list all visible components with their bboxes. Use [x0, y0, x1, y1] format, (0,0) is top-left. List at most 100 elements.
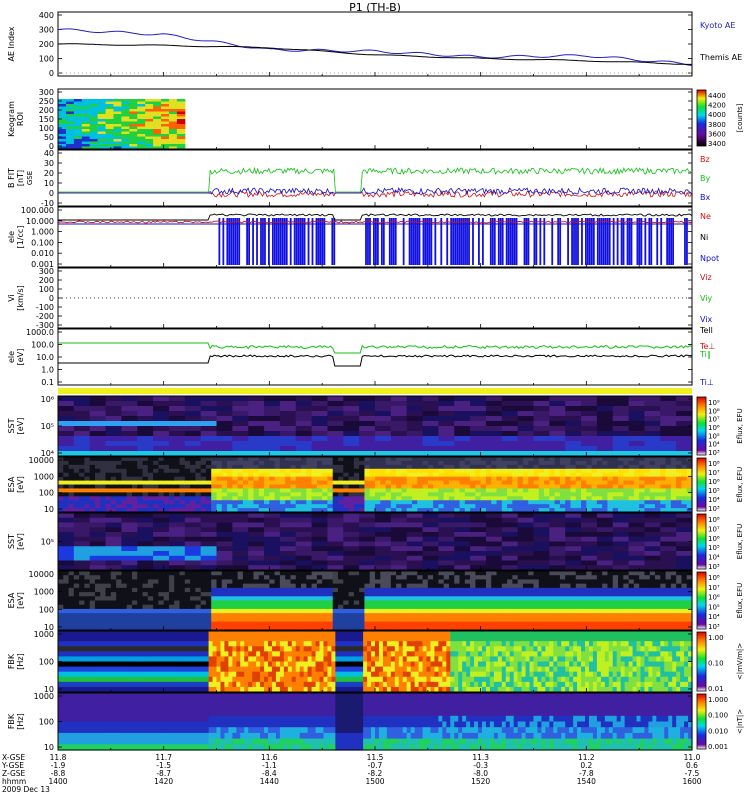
- spectrogram-cell: [295, 476, 302, 482]
- spectrogram-cell: [575, 608, 582, 614]
- spectrogram-cell: [359, 546, 376, 552]
- spectrogram-cell: [385, 496, 392, 501]
- spectrogram-cell: [279, 604, 286, 610]
- spectrogram-cell: [73, 555, 91, 562]
- spectrogram-cell: [279, 500, 286, 505]
- spectrogram-cell: [454, 396, 471, 402]
- spectrogram-cell: [549, 513, 566, 519]
- spectrogram-cell: [306, 484, 313, 490]
- spectrogram-cell: [612, 583, 619, 589]
- spectrogram-cell: [676, 513, 693, 519]
- spectrogram-cell: [168, 575, 175, 581]
- spectrogram-cell: [306, 496, 313, 501]
- spectrogram-cell: [285, 496, 292, 501]
- spectrogram-cell: [570, 464, 577, 470]
- spectrogram-cell: [253, 604, 260, 610]
- colorbar-tick: 10⁴: [708, 613, 720, 621]
- spectrogram-cell: [517, 575, 524, 581]
- spectrogram-cell: [422, 457, 429, 462]
- spectrogram-cell: [237, 600, 244, 606]
- spectrogram-cell: [311, 608, 318, 614]
- spectrogram-cell: [512, 476, 519, 482]
- spectrogram-cell: [168, 446, 186, 452]
- y-tick-label: 100.0: [31, 341, 54, 350]
- npot-bar: [523, 218, 526, 265]
- spectrogram-cell: [581, 441, 598, 447]
- spectrogram-cell: [390, 411, 408, 417]
- spectrogram-cell: [411, 592, 418, 597]
- spectrogram-cell: [89, 527, 107, 533]
- spectrogram-cell: [454, 527, 471, 533]
- spectrogram-cell: [110, 472, 117, 478]
- spectrogram-cell: [327, 426, 344, 432]
- spectrogram-cell: [623, 460, 630, 466]
- spectrogram-cell: [475, 460, 482, 466]
- spectrogram-cell: [586, 575, 593, 581]
- y-tick-label: 200: [39, 276, 54, 285]
- spectrogram-cell: [258, 617, 265, 623]
- spectrogram-cell: [470, 460, 476, 466]
- spectrogram-cell: [607, 484, 614, 490]
- spectrogram-cell: [63, 488, 70, 493]
- spectrogram-cell: [633, 484, 640, 490]
- spectrogram-cell: [142, 617, 149, 623]
- spectrogram-cell: [216, 621, 223, 627]
- spectrogram-cell: [348, 583, 355, 589]
- spectrogram-cell: [681, 579, 688, 585]
- spectrogram-cell: [269, 621, 276, 627]
- spectrogram-cell: [264, 621, 270, 627]
- spectrogram-cell: [316, 608, 323, 614]
- spectrogram-cell: [623, 492, 630, 497]
- spectrogram-cell: [327, 513, 344, 519]
- spectrogram-cell: [607, 500, 614, 505]
- spectrogram-cell: [279, 546, 297, 552]
- spectrogram-cell: [623, 500, 630, 505]
- spectrogram-cell: [227, 600, 233, 606]
- npot-bar: [434, 218, 437, 265]
- spectrogram-cell: [380, 472, 387, 478]
- spectrogram-cell: [137, 560, 154, 566]
- spectrogram-cell: [61, 671, 67, 678]
- spectrogram-cell: [459, 460, 466, 466]
- spectrogram-cell: [84, 587, 91, 593]
- spectrogram-cell: [401, 460, 408, 466]
- spectrogram-cell: [422, 472, 429, 478]
- spectrogram-cell: [433, 587, 439, 593]
- spectrogram-cell: [528, 608, 535, 614]
- spectrogram-cell: [396, 596, 403, 602]
- spectrogram-cell: [380, 457, 387, 462]
- spectrogram-cell: [322, 472, 329, 478]
- spectrogram-cell: [538, 488, 545, 493]
- spectrogram-cell: [649, 504, 656, 509]
- spectrogram-cell: [184, 504, 191, 509]
- spectrogram-cell: [279, 406, 297, 412]
- spectrogram-cell: [644, 406, 661, 412]
- spectrogram-cell: [581, 492, 587, 497]
- spectrogram-cell: [681, 613, 688, 618]
- spectrogram-cell: [501, 401, 519, 407]
- spectrogram-cell: [168, 421, 186, 427]
- npot-bar: [218, 218, 221, 265]
- npot-bar: [416, 218, 419, 265]
- spectrogram-cell: [216, 472, 223, 478]
- spectrogram-cell: [73, 641, 79, 647]
- spectrogram-cell: [433, 484, 439, 490]
- spectrogram-cell: [427, 617, 434, 623]
- spectrogram-cell: [660, 571, 667, 576]
- spectrogram-cell: [65, 676, 71, 683]
- spectrogram-cell: [274, 604, 281, 610]
- spectrogram-cell: [375, 608, 381, 614]
- spectrogram-cell: [517, 600, 524, 606]
- spectrogram-cell: [348, 575, 355, 581]
- spectrogram-cell: [375, 500, 381, 505]
- spectrogram-cell: [153, 464, 159, 470]
- spectrogram-cell: [105, 621, 112, 627]
- spectrogram-cell: [77, 671, 83, 678]
- spectrogram-cell: [570, 480, 577, 486]
- spectrogram-cell: [396, 460, 403, 466]
- spectrogram-cell: [570, 500, 577, 505]
- spectrogram-cell: [232, 560, 249, 566]
- spectrogram-cell: [316, 500, 323, 505]
- spectrogram-cell: [549, 551, 566, 557]
- spectrogram-cell: [94, 457, 101, 462]
